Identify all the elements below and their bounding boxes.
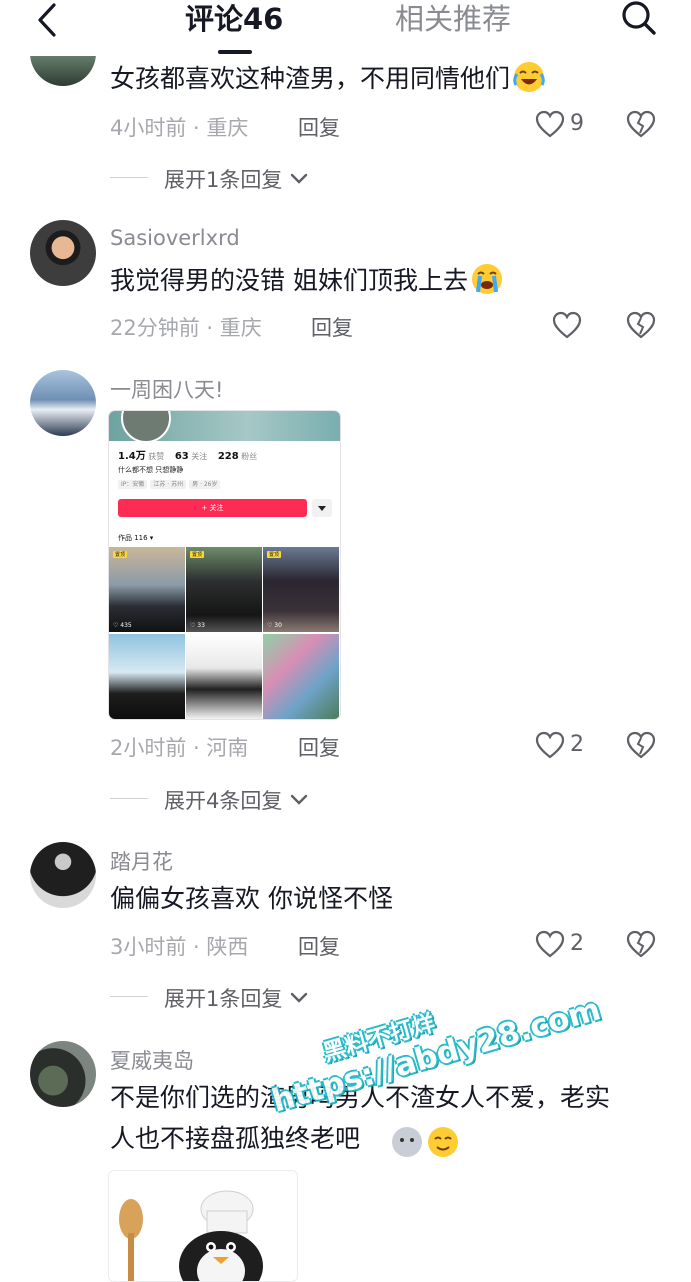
- comment-text: 我觉得男的没错 姐妹们顶我上去: [110, 262, 504, 298]
- crying-laughing-emoji-icon: [513, 62, 545, 92]
- profile-stats: 1.4万 获赞 63 关注 228 粉丝: [118, 447, 265, 462]
- triangle-down-icon: [318, 506, 326, 511]
- comment-body: 我觉得男的没错 姐妹们顶我上去: [110, 266, 468, 295]
- comment-location: 河南: [206, 736, 249, 760]
- heart-icon[interactable]: [535, 930, 565, 958]
- profile-works-count: 作品 116 ▾: [118, 534, 154, 542]
- profile-tags: IP：安徽 江苏 · 苏州男 · 26岁: [118, 479, 223, 489]
- reply-button[interactable]: 回复: [311, 312, 353, 342]
- play-count-value: 435: [120, 622, 132, 629]
- profile-dropdown-button: [312, 499, 332, 517]
- video-thumb: 置顶 ♡ 435: [109, 547, 185, 632]
- broken-heart-icon[interactable]: [626, 109, 656, 139]
- like-count: 9: [570, 111, 584, 136]
- back-arrow-icon[interactable]: [30, 2, 66, 38]
- play-count: ♡ 33: [190, 622, 205, 629]
- comment-location: 陕西: [206, 935, 249, 959]
- divider: [110, 798, 148, 799]
- profile-bio: 什么都不想 只想静静: [118, 466, 184, 474]
- username[interactable]: Sasioverlxrd: [110, 226, 240, 250]
- stat-fans-num: 228: [217, 451, 239, 462]
- comment-meta: 2小时前 · 河南: [110, 736, 249, 760]
- divider: [110, 177, 148, 178]
- profile-tag: 男 · 26岁: [189, 480, 221, 489]
- stat-following-label: 关注: [191, 452, 208, 461]
- reply-button[interactable]: 回复: [298, 732, 340, 762]
- tab-related-recommend[interactable]: 相关推荐: [395, 0, 511, 38]
- broken-heart-icon[interactable]: [626, 310, 656, 340]
- expand-replies-button[interactable]: 展开4条回复: [164, 785, 309, 815]
- heart-icon[interactable]: [535, 731, 565, 759]
- comment-meta: 3小时前 · 陕西: [110, 935, 249, 959]
- video-thumb: 置顶 ♡ 33: [186, 547, 262, 632]
- play-count-value: 33: [197, 622, 205, 629]
- reply-button[interactable]: 回复: [298, 931, 340, 961]
- profile-tag: 江苏 · 苏州: [150, 480, 187, 489]
- comment-meta: 4小时前 · 重庆: [110, 116, 249, 140]
- profile-video-grid: 置顶 ♡ 435 置顶 ♡ 33 置顶 ♡ 30: [109, 547, 340, 719]
- pinned-badge: 置顶: [113, 551, 128, 558]
- expand-replies-button[interactable]: 展开1条回复: [164, 164, 309, 194]
- search-icon[interactable]: [618, 0, 658, 40]
- broken-heart-icon[interactable]: [626, 730, 656, 760]
- heart-icon[interactable]: [552, 311, 582, 339]
- comment-text: 偏偏女孩喜欢 你说怪不怪: [110, 884, 393, 913]
- comment-time: 4小时前: [110, 116, 187, 140]
- top-bar: 评论46 相关推荐: [0, 0, 691, 56]
- avatar[interactable]: [30, 370, 96, 436]
- stat-likes-num: 1.4万: [118, 451, 146, 462]
- video-thumb: 置顶 ♡ 30: [263, 547, 339, 632]
- comment-location: 重庆: [219, 316, 262, 340]
- stat-fans-label: 粉丝: [241, 452, 258, 461]
- avatar[interactable]: [30, 842, 96, 908]
- play-count: ♡ 435: [113, 622, 132, 629]
- pinned-badge: 置顶: [267, 551, 282, 558]
- comment-text: 女孩都喜欢这种渣男，不用同情他们: [110, 60, 546, 96]
- video-thumb: [263, 634, 339, 719]
- emoji-icon: [428, 1127, 458, 1157]
- comment-text-line2: 人也不接盘孤独终老吧: [110, 1124, 361, 1153]
- tab-indicator: [218, 50, 252, 54]
- username[interactable]: 夏威夷岛: [110, 1045, 194, 1075]
- penguin-chef-sticker-icon: [119, 1190, 263, 1281]
- tab-comments[interactable]: 评论46: [185, 0, 283, 38]
- stat-following-num: 63: [174, 451, 189, 462]
- divider: [110, 996, 148, 997]
- expand-replies-label: 展开1条回复: [164, 987, 283, 1011]
- comment-time: 2小时前: [110, 736, 187, 760]
- stat-likes-label: 获赞: [148, 452, 165, 461]
- comment-body: 女孩都喜欢这种渣男，不用同情他们: [110, 64, 511, 93]
- video-thumb: [186, 634, 262, 719]
- avatar[interactable]: [30, 220, 96, 286]
- chevron-down-icon: [290, 992, 308, 1003]
- expand-replies-label: 展开4条回复: [164, 789, 283, 813]
- comment-time: 3小时前: [110, 935, 187, 959]
- broken-heart-icon[interactable]: [626, 929, 656, 959]
- chevron-down-icon: [290, 794, 308, 805]
- expand-replies-label: 展开1条回复: [164, 168, 283, 192]
- comment-location: 重庆: [206, 116, 249, 140]
- comment-image-profile-screenshot[interactable]: 1.4万 获赞 63 关注 228 粉丝 什么都不想 只想静静 IP：安徽 江苏 …: [109, 411, 340, 719]
- comment-image-sticker[interactable]: [108, 1170, 298, 1282]
- video-thumb: [109, 634, 185, 719]
- profile-follow-button: + 关注: [118, 499, 307, 517]
- like-count: 2: [570, 732, 584, 757]
- expand-replies-button[interactable]: 展开1条回复: [164, 983, 309, 1013]
- chevron-down-icon: [290, 173, 308, 184]
- comment-meta: 22分钟前 · 重庆: [110, 316, 262, 340]
- like-count: 2: [570, 931, 584, 956]
- username[interactable]: 一周困八天!: [110, 374, 223, 404]
- comment-time: 22分钟前: [110, 316, 200, 340]
- profile-tag: IP：安徽: [118, 480, 148, 489]
- pinned-badge: 置顶: [190, 551, 205, 558]
- username[interactable]: 踏月花: [110, 846, 173, 876]
- play-count-value: 30: [274, 622, 282, 629]
- crying-emoji-icon: [471, 264, 502, 294]
- reply-button[interactable]: 回复: [298, 112, 340, 142]
- heart-icon[interactable]: [535, 110, 565, 138]
- avatar[interactable]: [30, 1041, 96, 1107]
- emoji-icon: [392, 1127, 422, 1157]
- play-count: ♡ 30: [267, 622, 282, 629]
